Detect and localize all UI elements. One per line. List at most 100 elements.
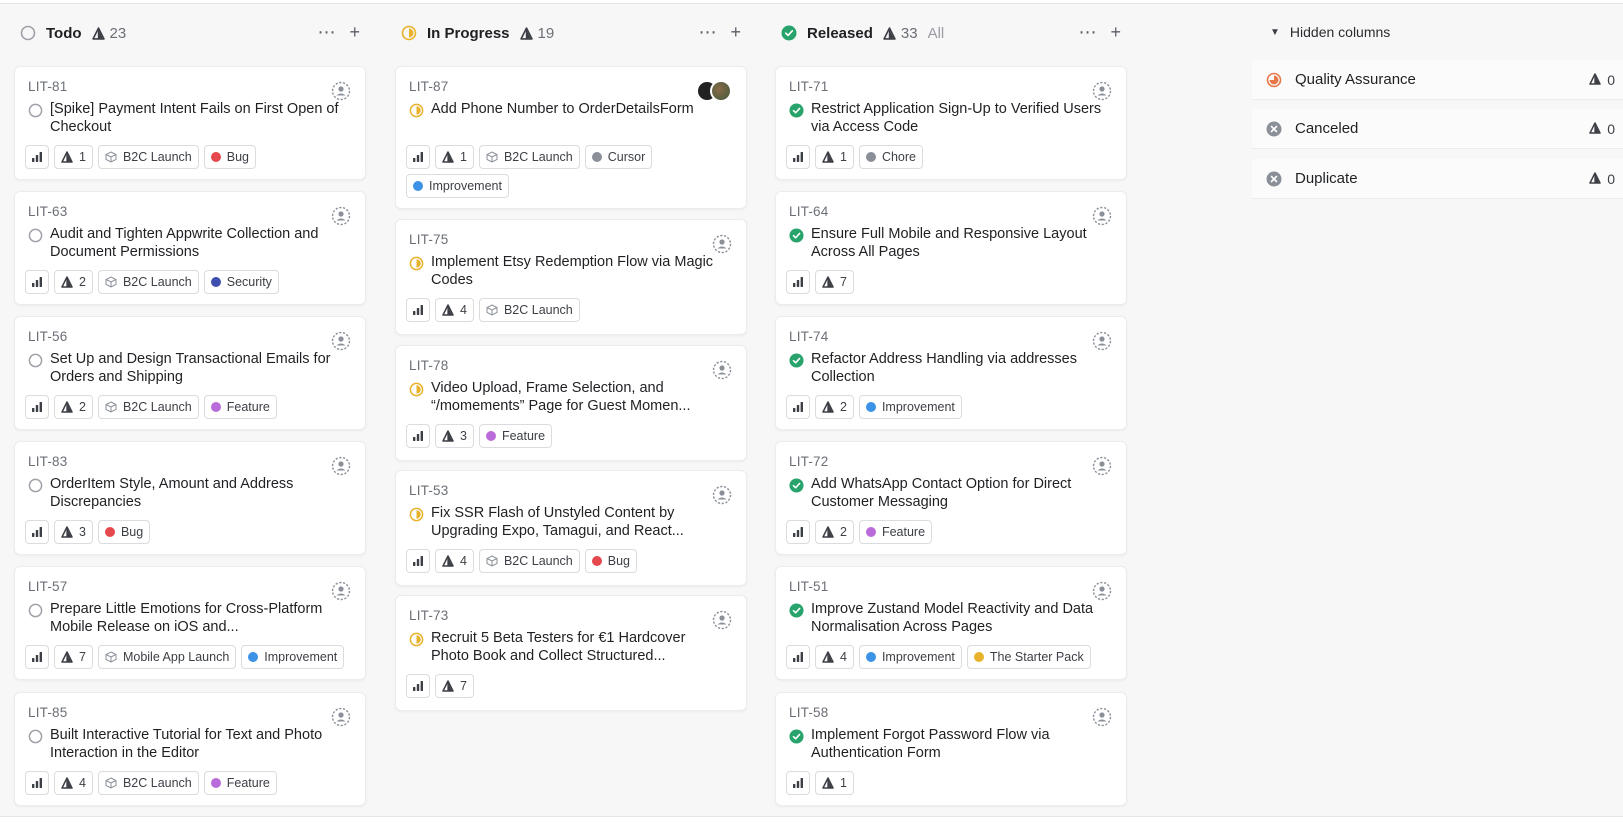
issue-card[interactable]: LIT-63 Audit and Tighten Appwrite Collect… (14, 191, 366, 305)
unassigned-user-icon[interactable] (1092, 206, 1112, 226)
add-issue-icon[interactable]: + (1110, 23, 1121, 41)
label-chip[interactable]: The Starter Pack (966, 645, 1091, 669)
released-status-icon[interactable] (789, 228, 804, 243)
estimate-chip[interactable]: 3 (435, 424, 474, 448)
label-chip[interactable]: Improvement (406, 174, 509, 198)
issue-card[interactable]: LIT-87 Add Phone Number to OrderDetailsFo… (395, 66, 747, 209)
released-status-icon[interactable] (789, 353, 804, 368)
label-chip[interactable]: Chore (858, 145, 923, 169)
add-issue-icon[interactable]: + (349, 23, 360, 41)
unassigned-user-icon[interactable] (1092, 581, 1112, 601)
priority-chip[interactable] (25, 771, 49, 795)
unassigned-user-icon[interactable] (1092, 456, 1112, 476)
issue-card[interactable]: LIT-75 Implement Etsy Redemption Flow via… (395, 219, 747, 335)
unassigned-user-icon[interactable] (331, 81, 351, 101)
issue-card[interactable]: LIT-72 Add WhatsApp Contact Option for Di… (775, 441, 1127, 555)
unassigned-user-icon[interactable] (331, 581, 351, 601)
estimate-chip[interactable]: 3 (54, 520, 93, 544)
unassigned-user-icon[interactable] (331, 707, 351, 727)
priority-chip[interactable] (25, 270, 49, 294)
todo-status-icon[interactable] (28, 228, 43, 243)
unassigned-user-icon[interactable] (712, 234, 732, 254)
priority-chip[interactable] (25, 395, 49, 419)
more-options-icon[interactable]: ⋯ (698, 23, 716, 41)
project-chip[interactable]: B2C Launch (97, 145, 199, 169)
issue-card[interactable]: LIT-73 Recruit 5 Beta Testers for €1 Hard… (395, 595, 747, 711)
project-chip[interactable]: B2C Launch (97, 771, 199, 795)
label-chip[interactable]: Bug (203, 145, 257, 169)
label-chip[interactable]: Improvement (858, 645, 962, 669)
unassigned-user-icon[interactable] (1092, 81, 1112, 101)
priority-chip[interactable] (786, 270, 810, 294)
project-chip[interactable]: Mobile App Launch (97, 645, 237, 669)
more-options-icon[interactable]: ⋯ (1078, 23, 1096, 41)
issue-card[interactable]: LIT-64 Ensure Full Mobile and Responsive … (775, 191, 1127, 305)
issue-card[interactable]: LIT-53 Fix SSR Flash of Unstyled Content … (395, 470, 747, 586)
priority-chip[interactable] (406, 549, 430, 573)
estimate-chip[interactable]: 4 (815, 645, 854, 669)
label-chip[interactable]: Security (203, 270, 279, 294)
issue-card[interactable]: LIT-83 OrderItem Style, Amount and Addres… (14, 441, 366, 555)
in-progress-status-icon[interactable] (409, 103, 424, 118)
estimate-chip[interactable]: 2 (54, 270, 93, 294)
priority-chip[interactable] (406, 145, 430, 169)
issue-card[interactable]: LIT-58 Implement Forgot Password Flow via… (775, 692, 1127, 806)
unassigned-user-icon[interactable] (1092, 707, 1112, 727)
unassigned-user-icon[interactable] (1092, 331, 1112, 351)
released-status-icon[interactable] (789, 729, 804, 744)
estimate-chip[interactable]: 7 (54, 645, 93, 669)
bottom-scrollbar[interactable] (0, 816, 1623, 822)
priority-chip[interactable] (406, 674, 430, 698)
label-chip[interactable]: Feature (203, 771, 277, 795)
unassigned-user-icon[interactable] (712, 610, 732, 630)
label-chip[interactable]: Improvement (241, 645, 345, 669)
priority-chip[interactable] (786, 520, 810, 544)
add-issue-icon[interactable]: + (730, 23, 741, 41)
label-chip[interactable]: Bug (584, 549, 638, 573)
estimate-chip[interactable]: 1 (54, 145, 93, 169)
estimate-chip[interactable]: 7 (435, 674, 474, 698)
issue-card[interactable]: LIT-74 Refactor Address Handling via addr… (775, 316, 1127, 430)
label-chip[interactable]: Bug (97, 520, 151, 544)
in-progress-status-icon[interactable] (409, 382, 424, 397)
unassigned-user-icon[interactable] (712, 360, 732, 380)
unassigned-user-icon[interactable] (712, 485, 732, 505)
estimate-chip[interactable]: 1 (435, 145, 474, 169)
unassigned-user-icon[interactable] (331, 456, 351, 476)
released-status-icon[interactable] (789, 478, 804, 493)
unassigned-user-icon[interactable] (331, 331, 351, 351)
issue-card[interactable]: LIT-81 [Spike] Payment Intent Fails on Fi… (14, 66, 366, 180)
project-chip[interactable]: B2C Launch (478, 549, 580, 573)
in-progress-status-icon[interactable] (409, 256, 424, 271)
released-status-icon[interactable] (789, 603, 804, 618)
estimate-chip[interactable]: 7 (815, 270, 854, 294)
project-chip[interactable]: B2C Launch (97, 395, 199, 419)
estimate-chip[interactable]: 4 (54, 771, 93, 795)
issue-card[interactable]: LIT-51 Improve Zustand Model Reactivity a… (775, 566, 1127, 680)
priority-chip[interactable] (25, 645, 49, 669)
label-chip[interactable]: Feature (858, 520, 933, 544)
in-progress-status-icon[interactable] (409, 507, 424, 522)
priority-chip[interactable] (786, 145, 810, 169)
label-chip[interactable]: Cursor (584, 145, 653, 169)
hidden-column-quality-assurance[interactable]: Quality Assurance 0 (1252, 60, 1623, 100)
estimate-chip[interactable]: 2 (815, 520, 854, 544)
estimate-chip[interactable]: 2 (54, 395, 93, 419)
more-options-icon[interactable]: ⋯ (317, 23, 335, 41)
estimate-chip[interactable]: 2 (815, 395, 854, 419)
issue-card[interactable]: LIT-71 Restrict Application Sign-Up to Ve… (775, 66, 1127, 180)
issue-card[interactable]: LIT-85 Built Interactive Tutorial for Tex… (14, 692, 366, 806)
todo-status-icon[interactable] (28, 353, 43, 368)
priority-chip[interactable] (786, 645, 810, 669)
label-chip[interactable]: Improvement (858, 395, 962, 419)
unassigned-user-icon[interactable] (331, 206, 351, 226)
project-chip[interactable]: B2C Launch (97, 270, 199, 294)
priority-chip[interactable] (406, 424, 430, 448)
label-chip[interactable]: Feature (478, 424, 553, 448)
issue-card[interactable]: LIT-78 Video Upload, Frame Selection, and… (395, 345, 747, 461)
todo-status-icon[interactable] (28, 478, 43, 493)
label-chip[interactable]: Feature (203, 395, 277, 419)
in-progress-status-icon[interactable] (409, 632, 424, 647)
project-chip[interactable]: B2C Launch (478, 298, 580, 322)
priority-chip[interactable] (786, 771, 810, 795)
